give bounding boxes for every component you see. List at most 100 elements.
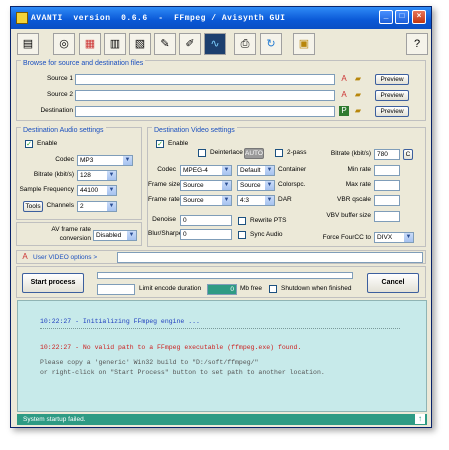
options-tool-icon[interactable]: A	[20, 252, 30, 262]
video-panel: Destination Video settings ✓ Enable Dein…	[147, 127, 426, 247]
video-bitrate-label: Bitrate (kbit/s)	[330, 150, 371, 157]
source1-label: Source 1	[46, 75, 73, 82]
destination-preview-button[interactable]: Preview	[375, 106, 409, 117]
shutdown-label: Shutdown when finished	[281, 285, 352, 292]
minrate-input[interactable]	[374, 165, 400, 176]
cancel-button[interactable]: Cancel	[367, 273, 419, 293]
maxrate-label: Max rate	[345, 181, 371, 188]
dar-select[interactable]: 4:3 ▼	[237, 195, 275, 206]
framesize-select[interactable]: Source ▼	[180, 180, 232, 191]
framesize-label: Frame size	[148, 181, 181, 188]
audio-channels-select[interactable]: 2 ▼	[77, 201, 117, 212]
audio-tools-button[interactable]: Tools	[23, 201, 43, 212]
colorspc-select[interactable]: Source ▼	[237, 180, 275, 191]
pen-icon[interactable]: ✐	[179, 33, 201, 55]
film-strip-icon[interactable]: ▥	[104, 33, 126, 55]
auto-button[interactable]: AUTO	[244, 148, 264, 159]
vbv-input[interactable]	[374, 211, 400, 222]
sync-audio-checkbox[interactable]	[238, 231, 246, 239]
log-divider	[40, 328, 400, 329]
calendar-icon[interactable]: ▣	[293, 33, 315, 55]
notepad-icon[interactable]: ✎	[154, 33, 176, 55]
browse-title: Browse for source and destination files	[21, 60, 146, 67]
destination-p-icon[interactable]: P	[339, 106, 349, 116]
source2-tool-icon[interactable]: A	[339, 90, 349, 100]
process-panel: Start process Limit encode duration 0 Mb…	[16, 266, 426, 298]
window-title: AVANTI version 0.6.6 - FFmpeg / Avisynth…	[31, 14, 286, 23]
refresh-icon[interactable]: ↻	[260, 33, 282, 55]
framerate-label: Frame rate	[148, 196, 180, 203]
options-panel: A User VIDEO options >	[16, 250, 426, 264]
limit-duration-input[interactable]	[97, 284, 135, 295]
app-window: AVANTI version 0.6.6 - FFmpeg / Avisynth…	[10, 6, 432, 428]
source1-tool-icon[interactable]: A	[339, 74, 349, 84]
video-enable-label: Enable	[168, 140, 189, 147]
avframe-select[interactable]: Disabled ▼	[93, 230, 137, 241]
app-icon	[16, 12, 28, 24]
audio-codec-select[interactable]: MP3 ▼	[77, 155, 133, 166]
scroll-up-icon[interactable]: ↑	[415, 414, 425, 424]
source1-input[interactable]	[75, 74, 335, 85]
user-video-options-label[interactable]: User VIDEO options >	[33, 254, 97, 261]
audio-bitrate-label: Bitrate (kbit/s)	[33, 171, 74, 178]
log-line: or right-click on "Start Process" button…	[40, 369, 325, 376]
destination-label: Destination	[40, 107, 73, 114]
blur-input[interactable]: 0	[180, 229, 232, 240]
audio-channels-label: Channels	[46, 202, 74, 209]
container-select[interactable]: Default ▼	[237, 165, 275, 176]
log-panel: 10:22:27 - Initializing FFmpeg engine ..…	[17, 300, 427, 412]
twopass-checkbox[interactable]	[275, 149, 283, 157]
avframe-label-1: AV frame rate	[51, 226, 91, 233]
fourcc-select[interactable]: DIVX ▼	[374, 232, 414, 243]
document-icon[interactable]: ▤	[17, 33, 39, 55]
start-process-button[interactable]: Start process	[22, 273, 84, 293]
log-line: Please copy a 'generic' Win32 build to "…	[40, 359, 259, 366]
denoise-input[interactable]: 0	[180, 215, 232, 226]
source1-folder-icon[interactable]: ▰	[353, 74, 363, 84]
mb-free-label: Mb free	[240, 285, 263, 292]
video-bitrate-input[interactable]: 780	[374, 149, 400, 160]
mb-free-value: 0	[207, 284, 237, 295]
framerate-select[interactable]: Source ▼	[180, 195, 232, 206]
toolbar: ▤ ◎ ▦ ▥ ▧ ✎ ✐ ∿ ⎙ ↻ ▣ ?	[13, 31, 429, 59]
rewrite-pts-checkbox[interactable]	[238, 217, 246, 225]
minimize-button[interactable]: _	[379, 10, 393, 24]
vbr-input[interactable]	[374, 195, 400, 206]
source2-label: Source 2	[46, 91, 73, 98]
audio-samplefreq-label: Sample Frequency	[19, 186, 74, 193]
source2-input[interactable]	[75, 90, 335, 101]
deinterlace-checkbox[interactable]	[198, 149, 206, 157]
waveform-icon[interactable]: ∿	[204, 33, 226, 55]
destination-input[interactable]	[75, 106, 335, 117]
disc-icon[interactable]: ◎	[53, 33, 75, 55]
deinterlace-label: Deinterlace	[210, 149, 243, 156]
printer-icon[interactable]: ⎙	[234, 33, 256, 55]
shutdown-checkbox[interactable]	[269, 285, 277, 293]
minrate-label: Min rate	[347, 166, 371, 173]
maximize-button[interactable]: □	[395, 10, 409, 24]
source2-folder-icon[interactable]: ▰	[353, 90, 363, 100]
avframe-panel: AV frame rate conversion Disabled ▼	[16, 222, 142, 246]
log-line: 10:22:27 - No valid path to a FFmpeg exe…	[40, 344, 302, 351]
user-options-input[interactable]	[117, 252, 423, 263]
audio-samplefreq-select[interactable]: 44100 ▼	[77, 185, 117, 196]
film-clip-icon[interactable]: ▧	[129, 33, 151, 55]
video-enable-checkbox[interactable]: ✓	[156, 140, 164, 148]
limit-duration-label: Limit encode duration	[139, 285, 202, 292]
destination-folder-icon[interactable]: ▰	[353, 106, 363, 116]
audio-bitrate-select[interactable]: 128 ▼	[77, 170, 117, 181]
source2-preview-button[interactable]: Preview	[375, 90, 409, 101]
video-bitrate-c-button[interactable]: C	[403, 149, 413, 160]
container-label: Container	[278, 166, 307, 173]
log-line: 10:22:27 - Initializing FFmpeg engine ..…	[40, 318, 200, 325]
browse-panel: Browse for source and destination files …	[16, 60, 426, 121]
video-codec-select[interactable]: MPEG-4 ▼	[180, 165, 232, 176]
progress-bar	[97, 272, 353, 279]
film-color-icon[interactable]: ▦	[79, 33, 101, 55]
source1-preview-button[interactable]: Preview	[375, 74, 409, 85]
title-bar[interactable]: AVANTI version 0.6.6 - FFmpeg / Avisynth…	[11, 7, 431, 29]
close-button[interactable]: ×	[412, 10, 426, 24]
maxrate-input[interactable]	[374, 180, 400, 191]
help-icon[interactable]: ?	[406, 33, 428, 55]
audio-enable-checkbox[interactable]: ✓	[25, 140, 33, 148]
